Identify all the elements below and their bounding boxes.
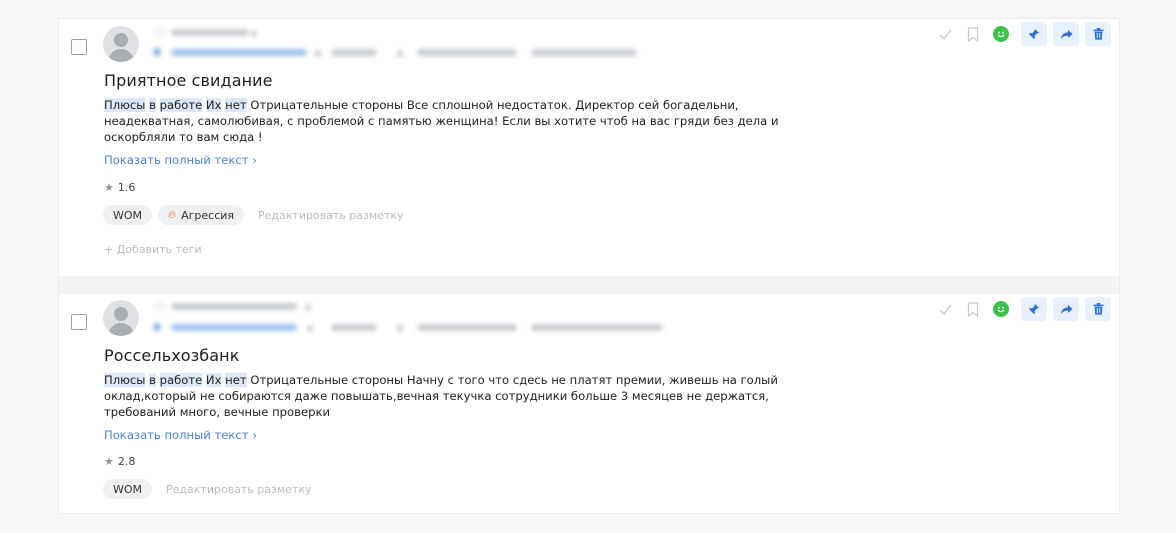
tag-row: WOM Редактировать разметку	[103, 479, 312, 499]
location-blurred	[531, 324, 663, 331]
keyword-highlight: в	[149, 98, 156, 112]
source-link-blurred[interactable]	[171, 49, 307, 56]
tag-wom[interactable]: WOM	[103, 205, 153, 225]
chevron-down-icon[interactable]	[315, 50, 321, 57]
tag-aggression[interactable]: 🔥︎ Агрессия	[158, 205, 245, 225]
keyword-highlight: Плюсы	[104, 98, 146, 112]
select-checkbox[interactable]	[71, 314, 87, 330]
forward-icon[interactable]	[1053, 297, 1079, 321]
card-actions	[931, 22, 1111, 46]
date-blurred	[417, 324, 517, 331]
mention-card: Приятное свидание Плюсы в работе Их нет …	[59, 19, 1119, 276]
card-separator	[59, 276, 1119, 294]
rating-value: 2.8	[117, 455, 136, 468]
trash-icon[interactable]	[1085, 297, 1111, 321]
location-blurred	[531, 49, 637, 56]
positive-sentiment-icon[interactable]	[987, 297, 1015, 321]
mention-title[interactable]: Россельхозбанк	[104, 346, 240, 365]
bookmark-icon[interactable]	[959, 22, 987, 46]
mention-text: Плюсы в работе Их нет Отрицательные стор…	[104, 372, 824, 420]
positive-sentiment-icon[interactable]	[987, 22, 1015, 46]
mention-type-blurred	[331, 324, 377, 331]
add-tags-link[interactable]: + Добавить теги	[104, 243, 202, 256]
keyword-highlight: работе	[159, 98, 203, 112]
keyword-highlight: в	[149, 373, 156, 387]
keyword-highlight: нет	[225, 373, 247, 387]
source-link-blurred[interactable]	[171, 324, 297, 331]
rating: ★ 2.8	[104, 455, 135, 468]
check-icon[interactable]	[931, 297, 959, 321]
chevron-down-icon[interactable]	[307, 325, 313, 332]
author-status-icon	[155, 302, 164, 311]
keyword-highlight: Их	[205, 373, 222, 387]
avatar	[103, 300, 139, 336]
select-checkbox[interactable]	[71, 39, 87, 55]
tag-wom[interactable]: WOM	[103, 479, 153, 499]
mention-type-blurred	[331, 49, 377, 56]
edit-markup-link[interactable]: Редактировать разметку	[166, 483, 311, 496]
keyword-highlight: Их	[205, 98, 222, 112]
mention-text: Плюсы в работе Их нет Отрицательные стор…	[104, 97, 824, 145]
keyword-highlight: Плюсы	[104, 373, 146, 387]
star-icon: ★	[104, 181, 114, 194]
chevron-down-icon[interactable]	[397, 50, 403, 57]
mention-card: Россельхозбанк Плюсы в работе Их нет Отр…	[59, 294, 1119, 513]
bookmark-icon[interactable]	[959, 297, 987, 321]
chevron-down-icon[interactable]	[251, 30, 257, 37]
keyword-highlight: нет	[225, 98, 247, 112]
source-icon	[153, 48, 161, 56]
forward-icon[interactable]	[1053, 22, 1079, 46]
source-icon	[153, 323, 161, 331]
avatar	[103, 26, 139, 62]
check-icon[interactable]	[931, 22, 959, 46]
author-name-blurred[interactable]	[171, 303, 297, 310]
chevron-down-icon[interactable]	[305, 304, 311, 311]
show-full-text-link[interactable]: Показать полный текст ›	[104, 153, 257, 167]
mention-title[interactable]: Приятное свидание	[104, 71, 273, 90]
mentions-feed: Приятное свидание Плюсы в работе Их нет …	[58, 18, 1120, 514]
fire-icon: 🔥︎	[168, 208, 177, 221]
trash-icon[interactable]	[1085, 22, 1111, 46]
pin-icon[interactable]	[1021, 22, 1047, 46]
rating-value: 1.6	[117, 181, 136, 194]
keyword-highlight: работе	[159, 373, 203, 387]
author-status-icon	[155, 28, 164, 37]
edit-markup-link[interactable]: Редактировать разметку	[258, 209, 403, 222]
date-blurred	[417, 49, 517, 56]
pin-icon[interactable]	[1021, 297, 1047, 321]
card-actions	[931, 297, 1111, 321]
author-name-blurred[interactable]	[171, 29, 249, 36]
chevron-down-icon[interactable]	[397, 325, 403, 332]
rating: ★ 1.6	[104, 181, 135, 194]
star-icon: ★	[104, 455, 114, 468]
tag-row: WOM 🔥︎ Агрессия Редактировать разметку	[103, 205, 404, 225]
show-full-text-link[interactable]: Показать полный текст ›	[104, 428, 257, 442]
